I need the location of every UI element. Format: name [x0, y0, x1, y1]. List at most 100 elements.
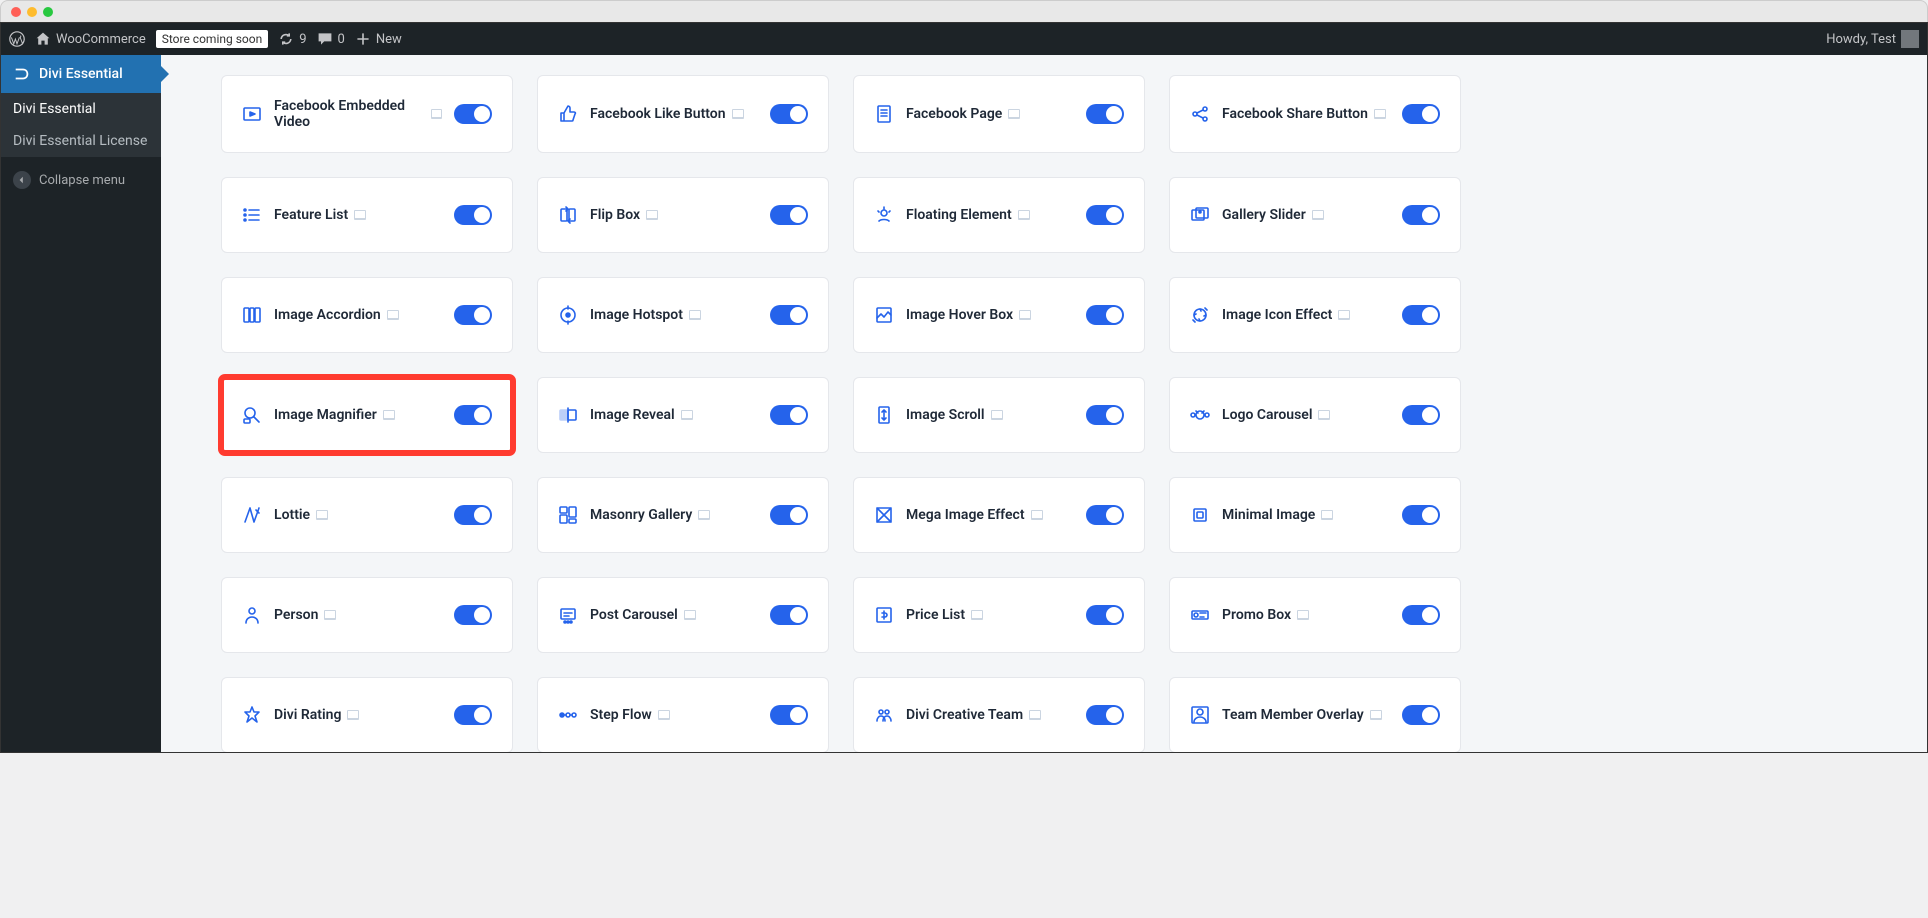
module-label: Facebook Like Button [590, 106, 758, 122]
module-label: Promo Box [1222, 607, 1390, 623]
step-icon [558, 705, 578, 725]
sidebar-header-divi-essential[interactable]: Divi Essential [1, 55, 161, 93]
toggle-feature-list[interactable] [454, 205, 492, 225]
toggle-image-magnifier[interactable] [454, 405, 492, 425]
module-label-text: Flip Box [590, 207, 640, 223]
module-card-divi-rating: Divi Rating [221, 677, 513, 752]
module-label: Image Accordion [274, 307, 442, 323]
module-label: Price List [906, 607, 1074, 623]
module-card-promo-box: Promo Box [1169, 577, 1461, 653]
module-card-facebook-page: Facebook Page [853, 75, 1145, 153]
module-label-text: Image Hotspot [590, 307, 683, 323]
window-close-icon[interactable] [11, 7, 21, 17]
module-card-step-flow: Step Flow [537, 677, 829, 752]
toggle-gallery-slider[interactable] [1402, 205, 1440, 225]
comments-button[interactable]: 0 [317, 31, 345, 47]
module-label-text: Masonry Gallery [590, 507, 692, 523]
reveal-icon [558, 405, 578, 425]
monitor-icon [1312, 210, 1324, 220]
toggle-facebook-share-button[interactable] [1402, 104, 1440, 124]
toggle-post-carousel[interactable] [770, 605, 808, 625]
monitor-icon [383, 410, 395, 420]
module-card-floating-element: Floating Element [853, 177, 1145, 253]
store-status-badge: Store coming soon [156, 30, 269, 48]
toggle-step-flow[interactable] [770, 705, 808, 725]
updates-button[interactable]: 9 [278, 31, 306, 47]
image-acc-icon [242, 305, 262, 325]
avatar-icon [1901, 30, 1919, 48]
module-label: Image Hover Box [906, 307, 1074, 323]
site-home-button[interactable]: WooCommerce [35, 31, 146, 47]
module-label: Image Magnifier [274, 407, 442, 423]
monitor-icon [698, 510, 710, 520]
admin-sidebar: Divi Essential Divi Essential Divi Essent… [1, 55, 161, 752]
module-card-mega-image-effect: Mega Image Effect [853, 477, 1145, 553]
sidebar-item-divi-essential[interactable]: Divi Essential [1, 93, 161, 125]
module-label-text: Team Member Overlay [1222, 707, 1364, 723]
toggle-team-member-overlay[interactable] [1402, 705, 1440, 725]
monitor-icon [1018, 210, 1030, 220]
price-icon [874, 605, 894, 625]
hover-box-icon [874, 305, 894, 325]
module-card-feature-list: Feature List [221, 177, 513, 253]
module-card-logo-carousel: Logo Carousel [1169, 377, 1461, 453]
module-label-text: Facebook Embedded Video [274, 98, 425, 130]
toggle-divi-rating[interactable] [454, 705, 492, 725]
list-icon [242, 205, 262, 225]
toggle-image-icon-effect[interactable] [1402, 305, 1440, 325]
toggle-facebook-page[interactable] [1086, 104, 1124, 124]
toggle-price-list[interactable] [1086, 605, 1124, 625]
comments-icon [317, 31, 333, 47]
monitor-icon [689, 310, 701, 320]
toggle-image-reveal[interactable] [770, 405, 808, 425]
module-label-text: Feature List [274, 207, 348, 223]
module-card-divi-creative-team: Divi Creative Team [853, 677, 1145, 752]
monitor-icon [316, 510, 328, 520]
hotspot-icon [558, 305, 578, 325]
toggle-flip-box[interactable] [770, 205, 808, 225]
monitor-icon [1374, 109, 1386, 119]
toggle-minimal-image[interactable] [1402, 505, 1440, 525]
module-label-text: Gallery Slider [1222, 207, 1306, 223]
toggle-facebook-like-button[interactable] [770, 104, 808, 124]
toggle-image-hotspot[interactable] [770, 305, 808, 325]
new-label: New [376, 32, 402, 47]
howdy-label: Howdy, Test [1826, 32, 1896, 47]
toggle-lottie[interactable] [454, 505, 492, 525]
toggle-mega-image-effect[interactable] [1086, 505, 1124, 525]
toggle-divi-creative-team[interactable] [1086, 705, 1124, 725]
float-icon [874, 205, 894, 225]
module-card-flip-box: Flip Box [537, 177, 829, 253]
toggle-person[interactable] [454, 605, 492, 625]
team-overlay-icon [1190, 705, 1210, 725]
sidebar-item-label: Divi Essential License [13, 133, 147, 149]
toggle-floating-element[interactable] [1086, 205, 1124, 225]
toggle-image-scroll[interactable] [1086, 405, 1124, 425]
module-label-text: Image Reveal [590, 407, 675, 423]
monitor-icon [991, 410, 1003, 420]
module-label-text: Image Scroll [906, 407, 985, 423]
new-content-button[interactable]: New [355, 31, 402, 47]
site-title-label: WooCommerce [56, 32, 146, 47]
module-card-masonry-gallery: Masonry Gallery [537, 477, 829, 553]
updates-icon [278, 31, 294, 47]
toggle-promo-box[interactable] [1402, 605, 1440, 625]
module-card-facebook-share-button: Facebook Share Button [1169, 75, 1461, 153]
window-minimize-icon[interactable] [27, 7, 37, 17]
module-label-text: Image Hover Box [906, 307, 1013, 323]
toggle-masonry-gallery[interactable] [770, 505, 808, 525]
toggle-image-hover-box[interactable] [1086, 305, 1124, 325]
module-label-text: Facebook Share Button [1222, 106, 1368, 122]
account-button[interactable]: Howdy, Test [1826, 30, 1919, 48]
wordpress-logo-button[interactable] [9, 31, 25, 47]
sidebar-item-divi-essential-license[interactable]: Divi Essential License [1, 125, 161, 157]
window-maximize-icon[interactable] [43, 7, 53, 17]
module-label-text: Floating Element [906, 207, 1012, 223]
monitor-icon [1370, 710, 1382, 720]
toggle-image-accordion[interactable] [454, 305, 492, 325]
collapse-menu-button[interactable]: Collapse menu [1, 161, 161, 199]
thumbs-up-icon [558, 104, 578, 124]
toggle-facebook-embedded-video[interactable] [454, 104, 492, 124]
toggle-logo-carousel[interactable] [1402, 405, 1440, 425]
module-label-text: Post Carousel [590, 607, 678, 623]
